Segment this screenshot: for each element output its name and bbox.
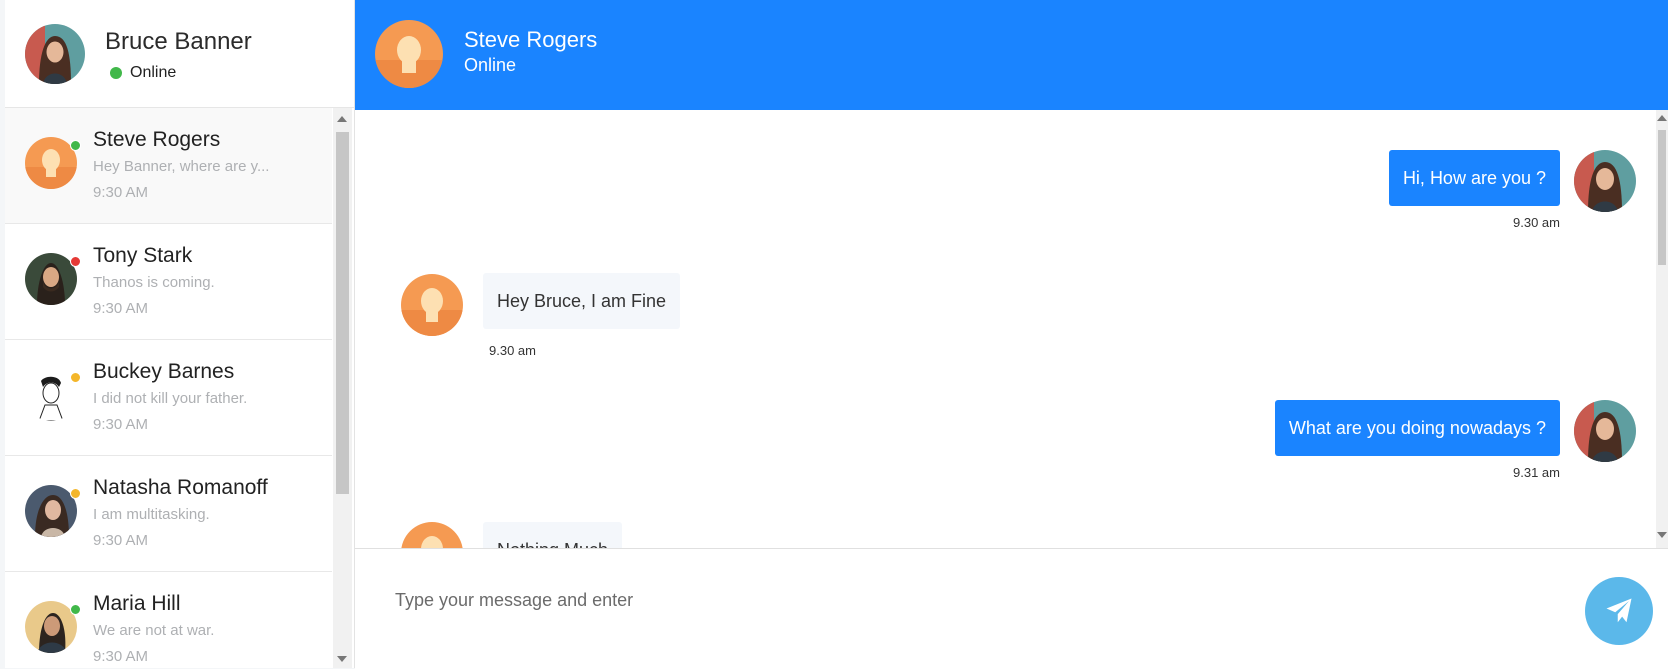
sender-avatar	[1574, 150, 1636, 212]
message-thread-scrollbar[interactable]	[1656, 110, 1668, 548]
presence-dot	[70, 488, 81, 499]
paper-plane-icon	[1606, 598, 1632, 623]
sender-avatar	[1574, 400, 1636, 462]
current-user-panel: Bruce Banner Online	[5, 0, 354, 108]
scroll-up-arrow-icon[interactable]	[337, 116, 347, 122]
scroll-down-arrow-icon[interactable]	[337, 656, 347, 662]
message-time: 9.31 am	[1513, 465, 1560, 480]
message-time: 9.30 am	[489, 343, 536, 358]
send-button[interactable]	[1585, 577, 1653, 645]
contact-name: Tony Stark	[93, 244, 193, 267]
outgoing-message-bubble: What are you doing nowadays ?	[1274, 400, 1560, 456]
contact-time: 9:30 AM	[93, 184, 149, 201]
scrollbar-thumb[interactable]	[336, 132, 349, 494]
contact-name: Steve Rogers	[93, 128, 221, 151]
chat-app: Bruce Banner Online Steve Rogers Hey Ban…	[0, 0, 1668, 669]
contact-item[interactable]: Tony Stark Thanos is coming. 9:30 AM	[5, 224, 332, 340]
sidebar: Bruce Banner Online Steve Rogers Hey Ban…	[5, 0, 355, 668]
message-composer	[355, 548, 1668, 669]
scroll-up-arrow-icon[interactable]	[1657, 115, 1667, 121]
contact-item[interactable]: Maria Hill We are not at war. 9:30 AM	[5, 572, 332, 668]
outgoing-message-bubble: Hi, How are you ?	[1388, 150, 1560, 206]
message-thread[interactable]: Hi, How are you ? 9.30 am Hey Bruce, I a…	[355, 110, 1668, 548]
current-user-name: Bruce Banner	[105, 28, 252, 55]
contact-list-scrollbar[interactable]	[333, 108, 352, 668]
contact-time: 9:30 AM	[93, 416, 149, 433]
presence-dot	[70, 372, 81, 383]
scrollbar-thumb[interactable]	[1658, 130, 1666, 265]
contact-last-message: Hey Banner, where are y...	[93, 158, 270, 175]
message-input[interactable]	[393, 579, 1597, 621]
contact-message-avatar	[401, 274, 463, 336]
contact-name: Maria Hill	[93, 592, 181, 615]
chat-contact-avatar[interactable]	[375, 20, 443, 88]
current-user-status-label: Online	[130, 64, 177, 81]
message-time: 9.30 am	[1513, 215, 1560, 230]
contact-item[interactable]: Buckey Barnes I did not kill your father…	[5, 340, 332, 456]
contact-item[interactable]: Natasha Romanoff I am multitasking. 9:30…	[5, 456, 332, 572]
online-status-dot	[110, 67, 122, 79]
scroll-down-arrow-icon[interactable]	[1657, 532, 1667, 538]
contact-last-message: I am multitasking.	[93, 506, 210, 523]
contact-time: 9:30 AM	[93, 300, 149, 317]
contact-list: Steve Rogers Hey Banner, where are y... …	[5, 108, 332, 668]
contact-name: Natasha Romanoff	[93, 476, 268, 499]
presence-dot	[70, 256, 81, 267]
presence-dot	[70, 604, 81, 615]
contact-message-avatar	[401, 522, 463, 548]
presence-dot	[70, 140, 81, 151]
chat-contact-status: Online	[464, 55, 517, 75]
chat-contact-name: Steve Rogers	[464, 27, 598, 52]
chat-header: Steve Rogers Online	[355, 0, 1668, 110]
contact-name: Buckey Barnes	[93, 360, 235, 383]
contact-last-message: Thanos is coming.	[93, 274, 215, 291]
incoming-message-bubble: Hey Bruce, I am Fine	[483, 273, 681, 329]
current-user-avatar[interactable]	[25, 24, 85, 84]
contact-last-message: We are not at war.	[93, 622, 215, 639]
contact-last-message: I did not kill your father.	[93, 390, 248, 407]
contact-time: 9:30 AM	[93, 648, 149, 665]
current-user-status: Online	[110, 64, 176, 82]
contact-item[interactable]: Steve Rogers Hey Banner, where are y... …	[5, 108, 332, 224]
incoming-message-bubble: Nothing Much	[483, 522, 623, 548]
contact-time: 9:30 AM	[93, 532, 149, 549]
